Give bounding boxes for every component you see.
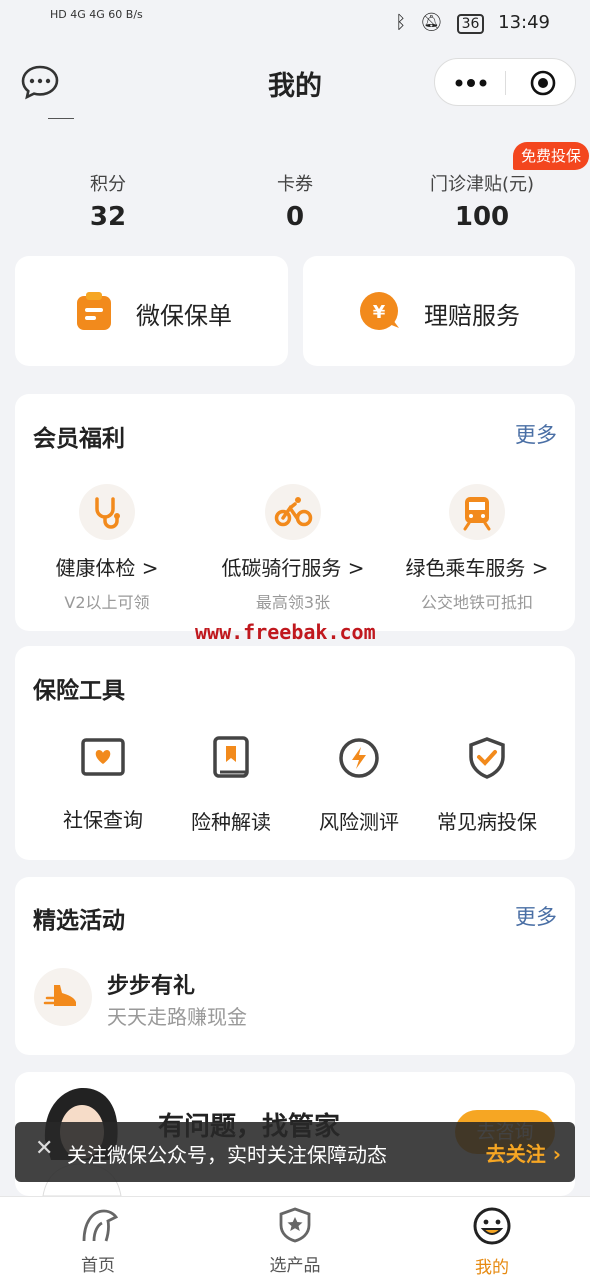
- tab-label: 选产品: [269, 1256, 321, 1276]
- mute-icon: 🔕︎: [419, 12, 443, 33]
- stethoscope-icon: [79, 484, 135, 540]
- clock: 13:49: [498, 12, 550, 33]
- shoe-icon: [34, 968, 92, 1026]
- bluetooth-icon: ᛒ: [395, 12, 407, 33]
- capsule-divider: [505, 71, 506, 95]
- policy-label: 微保保单: [136, 302, 232, 330]
- stat-allowance[interactable]: 门诊津贴(元) 100: [402, 170, 562, 232]
- tool-label: 险种解读: [191, 810, 271, 834]
- section-title: 精选活动: [33, 908, 125, 934]
- status-right: ᛒ 🔕︎ 36 13:49: [395, 12, 550, 34]
- bicycle-icon: [265, 484, 321, 540]
- mini-program-capsule: [434, 58, 576, 106]
- tool-common-disease[interactable]: 常见病投保: [422, 736, 552, 835]
- follow-button[interactable]: 去关注 ›: [486, 1138, 561, 1167]
- signal-status: HD 4G 4G 60 B/s: [50, 8, 143, 21]
- tool-insurance-guide[interactable]: 险种解读: [166, 736, 296, 835]
- perk-subtitle: 公交地铁可抵扣: [420, 593, 533, 612]
- tab-products[interactable]: 选产品: [235, 1207, 355, 1276]
- follow-label: 去关注: [485, 1142, 546, 1166]
- claims-label: 理赔服务: [424, 302, 520, 330]
- tab-mine[interactable]: 我的: [432, 1207, 552, 1278]
- perk-cycling[interactable]: 低碳骑行服务 > 最高领3张: [203, 484, 383, 613]
- stat-label: 积分: [90, 174, 126, 195]
- stat-points[interactable]: 积分 32: [28, 170, 188, 232]
- smile-icon: [473, 1207, 511, 1245]
- svg-text:¥: ¥: [373, 302, 386, 323]
- stat-value: 0: [285, 202, 305, 232]
- policy-button[interactable]: 微保保单: [15, 256, 288, 366]
- follow-toast: ✕ 关注微保公众号，实时关注保障动态 去关注 ›: [15, 1122, 575, 1182]
- tool-label: 社保查询: [63, 808, 143, 832]
- perk-title: 绿色乘车服务 >: [405, 556, 549, 580]
- stat-value: 32: [89, 202, 127, 232]
- tool-risk-assessment[interactable]: 风险测评: [294, 736, 424, 835]
- free-insure-badge[interactable]: 免费投保: [513, 142, 590, 170]
- tab-label: 首页: [81, 1256, 115, 1276]
- status-bar: HD 4G 4G 60 B/s ᛒ 🔕︎ 36 13:49: [0, 0, 590, 46]
- stat-coupons[interactable]: 卡券 0: [215, 170, 375, 232]
- toast-message: 关注微保公众号，实时关注保障动态: [67, 1143, 387, 1167]
- member-perks-card: 会员福利 更多 健康体检 > V2以上可领 低碳骑行服务 > 最高领3张 绿色乘…: [15, 394, 575, 631]
- tool-label: 风险测评: [319, 810, 399, 834]
- home-icon: [82, 1209, 119, 1242]
- perk-subtitle: 最高领3张: [255, 593, 331, 612]
- lightning-icon: [339, 738, 379, 778]
- more-link[interactable]: 更多: [515, 901, 557, 931]
- more-link[interactable]: 更多: [515, 419, 557, 449]
- star-shield-icon: [279, 1207, 311, 1243]
- insurance-tools-card: 保险工具 社保查询 险种解读 风险测评 常见病投保: [15, 646, 575, 860]
- policy-icon: [77, 292, 111, 330]
- battery-icon: 36: [456, 14, 485, 34]
- tool-label: 常见病投保: [437, 810, 537, 834]
- perk-subtitle: V2以上可领: [64, 593, 150, 612]
- perk-title: 健康体检 >: [55, 556, 159, 580]
- close-icon[interactable]: ✕: [35, 1136, 53, 1161]
- activity-title[interactable]: 步步有礼: [107, 968, 195, 1000]
- perk-title: 低碳骑行服务 >: [221, 556, 365, 580]
- close-miniprogram-icon[interactable]: [530, 70, 556, 96]
- book-icon: [213, 736, 249, 778]
- train-icon: [449, 484, 505, 540]
- watermark: www.freebak.com: [195, 620, 376, 644]
- claims-button[interactable]: ¥ 理赔服务: [303, 256, 575, 366]
- section-title: 保险工具: [33, 678, 125, 704]
- tool-social-security[interactable]: 社保查询: [38, 738, 168, 833]
- shield-icon: [469, 737, 505, 779]
- section-title: 会员福利: [33, 426, 125, 452]
- divider: [48, 118, 74, 119]
- perk-transit[interactable]: 绿色乘车服务 > 公交地铁可抵扣: [387, 484, 567, 613]
- perk-health-check[interactable]: 健康体检 > V2以上可领: [17, 484, 197, 613]
- tab-home[interactable]: 首页: [38, 1207, 158, 1276]
- tab-bar: 首页 选产品 我的: [0, 1196, 590, 1281]
- heart-card-icon: [81, 738, 125, 776]
- activity-subtitle: 天天走路赚现金: [107, 1005, 247, 1029]
- stat-label: 门诊津贴(元): [429, 174, 535, 195]
- claims-icon: ¥: [360, 292, 399, 330]
- activities-card: 精选活动 更多: [15, 877, 575, 1055]
- stat-value: 100: [454, 202, 510, 232]
- tab-label: 我的: [475, 1258, 509, 1278]
- stat-label: 卡券: [277, 174, 313, 195]
- more-icon[interactable]: [455, 79, 487, 87]
